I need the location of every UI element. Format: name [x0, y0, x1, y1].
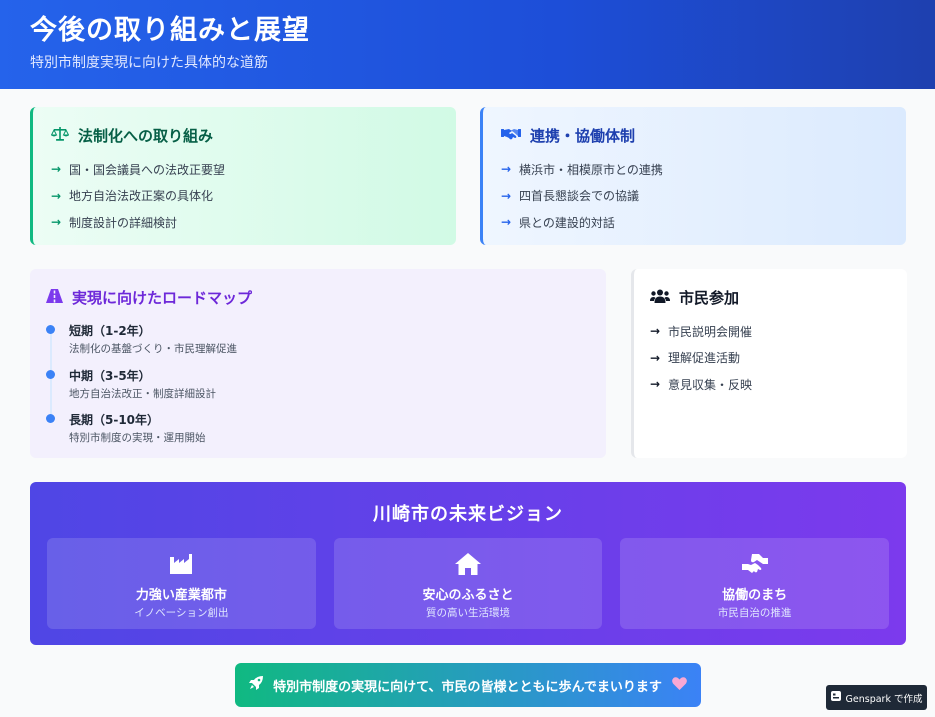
arrow-right-icon: →	[650, 377, 661, 392]
phase-desc: 法制化の基盤づくり・市民理解促進	[69, 343, 237, 355]
industry-icon	[170, 552, 193, 576]
list-item: → 県との建設的対話	[501, 209, 888, 236]
roadmap-card: 実現に向けたロードマップ 短期（1-2年） 法制化の基盤づくり・市民理解促進 中…	[30, 269, 606, 458]
list-item-text: 理解促進活動	[668, 351, 741, 366]
scale-icon	[50, 126, 70, 146]
arrow-right-icon: →	[650, 324, 661, 339]
list-item-text: 横浜市・相模原市との連携	[519, 162, 663, 177]
citizen-card-title: 市民参加	[650, 287, 891, 308]
page-header: 今後の取り組みと展望 特別市制度実現に向けた具体的な道筋	[0, 0, 935, 89]
arrow-right-icon: →	[501, 162, 512, 177]
list-item: → 意見収集・反映	[650, 371, 891, 398]
list-item: → 市民説明会開催	[650, 318, 891, 345]
coop-card: 連携・協働体制 → 横浜市・相模原市との連携 → 四首長懇談会での協議 → 県との建設…	[480, 107, 906, 245]
arrow-right-icon: →	[51, 188, 62, 203]
banner-text: 特別市制度の実現に向けて、市民の皆様とともに歩んでまいります	[273, 679, 662, 695]
list-item: → 国・国会議員への法改正要望	[51, 156, 438, 183]
list-item-text: 制度設計の詳細検討	[69, 215, 178, 230]
home-icon	[455, 552, 481, 576]
coop-card-title-text: 連携・協働体制	[530, 127, 636, 145]
closing-banner: 特別市制度の実現に向けて、市民の皆様とともに歩んでまいります	[235, 663, 701, 707]
roadmap-card-title-text: 実現に向けたロードマップ	[72, 289, 253, 307]
users-icon	[650, 289, 670, 307]
arrow-right-icon: →	[501, 188, 512, 203]
arrow-right-icon: →	[501, 215, 512, 230]
arrow-right-icon: →	[51, 162, 62, 177]
timeline-dot	[46, 369, 55, 379]
timeline-phase: 短期（1-2年） 法制化の基盤づくり・市民理解促進	[46, 322, 590, 367]
arrow-right-icon: →	[51, 215, 62, 230]
list-item: → 四首長懇談会での協議	[501, 183, 888, 210]
roadmap-timeline: 短期（1-2年） 法制化の基盤づくり・市民理解促進 中期（3-5年） 地方自治法…	[46, 322, 590, 456]
phase-title: 中期（3-5年）	[69, 368, 151, 383]
coop-card-title: 連携・協働体制	[501, 125, 888, 146]
handshake-icon	[501, 127, 521, 145]
list-item: → 理解促進活動	[650, 345, 891, 372]
list-item: → 横浜市・相模原市との連携	[501, 156, 888, 183]
law-card: 法制化への取り組み → 国・国会議員への法改正要望 → 地方自治法改正案の具体化 →…	[30, 107, 456, 245]
genspark-badge[interactable]: Genspark で作成	[826, 685, 927, 710]
law-list: → 国・国会議員への法改正要望 → 地方自治法改正案の具体化 → 制度設計の詳細検討	[51, 156, 438, 236]
list-item: → 地方自治法改正案の具体化	[51, 183, 438, 210]
timeline-phase: 中期（3-5年） 地方自治法改正・制度詳細設計	[46, 367, 590, 412]
hands-helping-icon	[741, 552, 768, 576]
vision-section: 川崎市の未来ビジョン 力強い産業都市 イノベーション創出 安心のふるさと 質の高…	[30, 482, 906, 645]
vision-item: 力強い産業都市 イノベーション創出	[47, 538, 316, 629]
list-item-text: 四首長懇談会での協議	[519, 189, 640, 204]
road-icon	[46, 288, 63, 307]
citizen-card: 市民参加 → 市民説明会開催 → 理解促進活動 → 意見収集・反映	[631, 269, 907, 458]
vision-item-title: 安心のふるさと	[422, 588, 514, 603]
list-item-text: 意見収集・反映	[668, 377, 753, 392]
genspark-logo-icon	[830, 691, 841, 704]
page-title: 今後の取り組みと展望	[30, 15, 310, 46]
phase-desc: 地方自治法改正・制度詳細設計	[69, 387, 216, 400]
phase-title: 長期（5-10年）	[69, 413, 160, 427]
vision-grid: 力強い産業都市 イノベーション創出 安心のふるさと 質の高い生活環境 協働のまち…	[47, 538, 890, 629]
roadmap-card-title: 実現に向けたロードマップ	[46, 287, 590, 308]
vision-item-title: 協働のまち	[722, 588, 788, 603]
citizen-card-title-text: 市民参加	[679, 289, 740, 307]
heart-icon	[671, 676, 687, 694]
page-subtitle: 特別市制度実現に向けた具体的な道筋	[30, 55, 268, 71]
vision-item: 協働のまち 市民自治の推進	[620, 538, 890, 629]
list-item-text: 地方自治法改正案の具体化	[69, 189, 214, 204]
vision-title: 川崎市の未来ビジョン	[373, 504, 563, 525]
phase-title: 短期（1-2年）	[69, 324, 151, 338]
list-item-text: 県との建設的対話	[519, 215, 615, 230]
vision-item-title: 力強い産業都市	[135, 588, 227, 603]
phase-desc: 特別市制度の実現・運用開始	[69, 432, 206, 444]
rocket-icon	[249, 676, 264, 694]
law-card-title: 法制化への取り組み	[50, 125, 438, 146]
list-item: → 制度設計の詳細検討	[51, 209, 438, 236]
arrow-right-icon: →	[650, 350, 661, 365]
vision-item-sub: イノベーション創出	[134, 607, 229, 619]
timeline-dot	[46, 414, 55, 423]
badge-text: Genspark で作成	[845, 693, 923, 705]
coop-list: → 横浜市・相模原市との連携 → 四首長懇談会での協議 → 県との建設的対話	[501, 156, 888, 236]
vision-item-sub: 市民自治の推進	[717, 607, 792, 619]
vision-item: 安心のふるさと 質の高い生活環境	[333, 538, 603, 629]
law-card-title-text: 法制化への取り組み	[78, 127, 214, 145]
list-item-text: 市民説明会開催	[668, 324, 753, 339]
timeline-dot	[46, 325, 55, 334]
list-item-text: 国・国会議員への法改正要望	[69, 162, 226, 177]
citizen-list: → 市民説明会開催 → 理解促進活動 → 意見収集・反映	[650, 318, 891, 398]
vision-item-sub: 質の高い生活環境	[426, 607, 510, 619]
timeline-phase: 長期（5-10年） 特別市制度の実現・運用開始	[46, 411, 590, 456]
